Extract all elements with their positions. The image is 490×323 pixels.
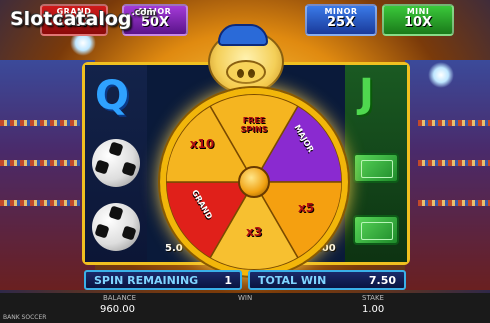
spin-remaining-label: SPIN REMAINING xyxy=(94,274,199,287)
watermark-logo: Slotcatalog.com xyxy=(10,8,156,30)
crowd-row xyxy=(0,160,80,166)
total-win-value: 7.50 xyxy=(368,274,396,287)
jackpot-mini: MINI 10X xyxy=(382,4,454,36)
jackpot-minor: MINOR 25X xyxy=(305,4,377,36)
jackpot-minor-value: 25X xyxy=(326,15,356,30)
pig-mascot xyxy=(200,16,292,94)
total-win-label: TOTAL WIN xyxy=(258,274,327,287)
watermark-text: Slotcatalog xyxy=(10,8,132,30)
spin-remaining-panel: SPIN REMAINING 1 xyxy=(84,270,242,290)
wheel-label-free-spins: FREE SPINS xyxy=(240,116,268,134)
crowd-row xyxy=(418,160,490,166)
watermark-suffix: .com xyxy=(131,8,156,18)
bonus-wheel: FREE SPINS MAJOR x5 x3 GRAND x10 xyxy=(160,88,348,276)
pig-cap-icon xyxy=(218,24,268,46)
game-stage: GRAND 100X MAJOR 50X MINOR 25X MINI 10X … xyxy=(0,0,490,323)
crowd-row xyxy=(0,200,80,206)
crowd-row xyxy=(418,120,490,126)
cash-stack-icon xyxy=(353,215,399,245)
reel-5: J xyxy=(345,65,407,262)
win-label: WIN xyxy=(238,294,253,302)
crowd-row xyxy=(0,120,80,126)
stake-label: STAKE xyxy=(362,294,384,302)
crowd-row xyxy=(418,200,490,206)
wheel-label-x10: x10 xyxy=(189,137,215,151)
soccer-ball-icon xyxy=(92,203,140,251)
wheel-hub-soccer-ball-icon xyxy=(238,166,270,198)
bottom-status-bar: BALANCE 960.00 WIN STAKE 1.00 BANK SOCCE… xyxy=(0,293,490,323)
reel-1: Q xyxy=(85,65,147,262)
balance-value: 960.00 xyxy=(100,304,135,315)
pig-nose xyxy=(226,60,266,84)
spin-remaining-value: 1 xyxy=(224,274,232,287)
stadium-stand-right xyxy=(405,60,490,290)
jackpot-mini-value: 10X xyxy=(403,15,433,30)
soccer-ball-icon xyxy=(92,139,140,187)
symbol-q: Q xyxy=(95,73,130,119)
symbol-j: J xyxy=(359,71,374,117)
balance-label: BALANCE xyxy=(103,294,136,302)
stadium-light-icon xyxy=(428,62,454,88)
stake-value[interactable]: 1.00 xyxy=(362,304,384,315)
wheel-label-x3: x3 xyxy=(245,225,263,239)
total-win-panel: TOTAL WIN 7.50 xyxy=(248,270,406,290)
game-name: BANK SOCCER xyxy=(3,314,47,321)
cash-stack-icon xyxy=(353,153,399,183)
stadium-stand-left xyxy=(0,60,95,290)
wheel-label-x5: x5 xyxy=(297,201,315,215)
